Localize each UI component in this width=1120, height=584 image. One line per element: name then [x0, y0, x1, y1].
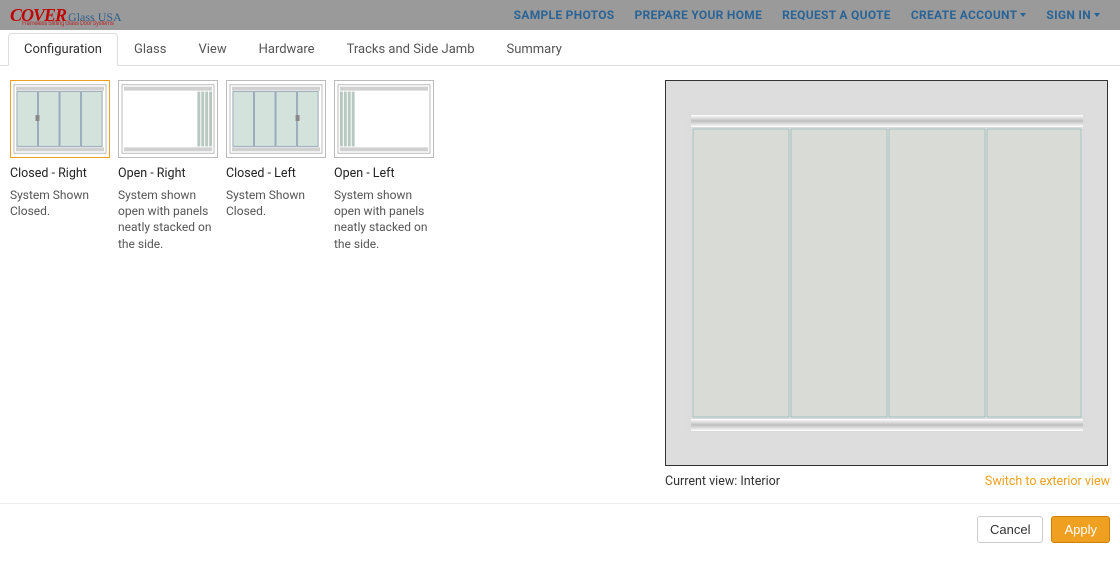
option-title: Open - Right [118, 166, 218, 181]
option-closed-left[interactable]: Closed - Left System Shown Closed. [226, 80, 326, 489]
thumb-open-left [334, 80, 434, 158]
chevron-down-icon [1094, 13, 1100, 17]
tab-hardware[interactable]: Hardware [243, 33, 331, 66]
preview-area: Current view: Interior Switch to exterio… [665, 80, 1110, 489]
thumb-open-right [118, 80, 218, 158]
option-desc: System shown open with panels neatly sta… [118, 187, 218, 252]
configuration-options: Closed - Right System Shown Closed. Open… [10, 80, 645, 489]
tab-summary[interactable]: Summary [491, 33, 578, 66]
option-desc: System Shown Closed. [10, 187, 110, 219]
config-tabs: Configuration Glass View Hardware Tracks… [0, 32, 1120, 66]
tab-view[interactable]: View [182, 33, 242, 66]
chevron-down-icon [1020, 13, 1026, 17]
option-title: Closed - Left [226, 166, 326, 181]
nav-create-account-label: CREATE ACCOUNT [911, 8, 1018, 22]
tab-tracks[interactable]: Tracks and Side Jamb [331, 33, 491, 66]
current-view-label: Current view: Interior [665, 474, 780, 489]
option-desc: System Shown Closed. [226, 187, 326, 219]
option-open-left[interactable]: Open - Left System shown open with panel… [334, 80, 434, 489]
preview-frame [665, 80, 1108, 466]
apply-button[interactable]: Apply [1051, 516, 1110, 543]
switch-view-link[interactable]: Switch to exterior view [985, 474, 1110, 489]
nav-request-quote[interactable]: REQUEST A QUOTE [782, 8, 891, 22]
main-nav: SAMPLE PHOTOS PREPARE YOUR HOME REQUEST … [514, 8, 1110, 22]
nav-sign-in[interactable]: SIGN IN [1046, 8, 1100, 22]
nav-create-account[interactable]: CREATE ACCOUNT [911, 8, 1027, 22]
cancel-button[interactable]: Cancel [977, 516, 1043, 543]
option-desc: System shown open with panels neatly sta… [334, 187, 434, 252]
nav-sign-in-label: SIGN IN [1046, 8, 1091, 22]
footer-actions: Cancel Apply [0, 503, 1120, 555]
tab-configuration[interactable]: Configuration [8, 33, 118, 66]
thumb-closed-right [10, 80, 110, 158]
option-title: Open - Left [334, 166, 434, 181]
logo-tagline: Frameless Sliding Glass Door Systems [22, 20, 114, 27]
thumb-closed-left [226, 80, 326, 158]
nav-prepare-home[interactable]: PREPARE YOUR HOME [635, 8, 763, 22]
tab-glass[interactable]: Glass [118, 33, 183, 66]
brand-logo: COVER Glass USA Frameless Sliding Glass … [10, 5, 122, 26]
nav-sample-photos[interactable]: SAMPLE PHOTOS [514, 8, 615, 22]
top-header: COVER Glass USA Frameless Sliding Glass … [0, 0, 1120, 30]
option-open-right[interactable]: Open - Right System shown open with pane… [118, 80, 218, 489]
option-closed-right[interactable]: Closed - Right System Shown Closed. [10, 80, 110, 489]
option-title: Closed - Right [10, 166, 110, 181]
